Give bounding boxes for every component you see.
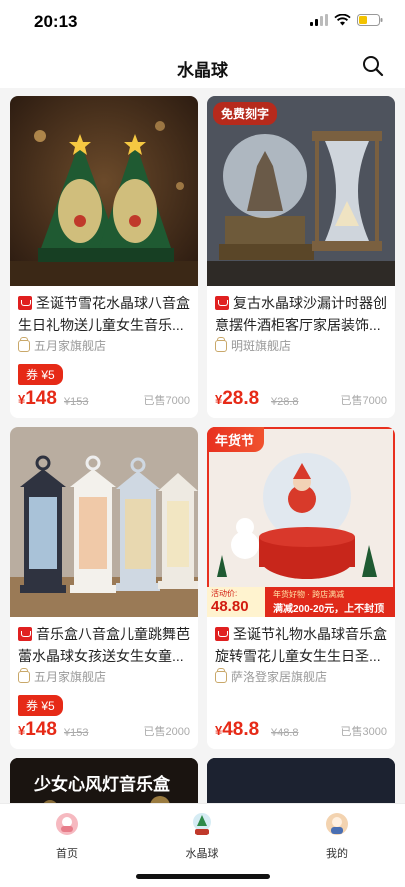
original-price: ¥153 [64,727,89,739]
sold-count: 已售7000 [340,395,387,407]
home-indicator[interactable] [136,874,270,879]
price: ¥148 [18,388,57,409]
product-title: 音乐盒八音盒儿童跳舞芭蕾水晶球女孩送女生女童... [18,626,190,664]
promo-strip: 活动价: 48.80 年货好物 · 跨店满减 满减200-20元，上不封顶 [207,587,395,617]
price: ¥28.8 [215,388,260,409]
tmall-icon [215,627,229,641]
engraving-badge: 免费刻字 [213,102,278,125]
page-title: 水晶球 [177,61,228,80]
crystal-ball-icon [193,813,211,835]
shop-name: 萨洛登家居旗舰店 [231,670,328,684]
original-price: ¥28.8 [271,396,299,408]
home-icon [56,813,78,835]
product-image [10,427,198,617]
price-row: ¥148 ¥153 已售7000 [18,388,190,410]
tmall-icon [18,627,32,641]
shop-row[interactable]: 明斑旗舰店 [215,336,292,354]
shop-row[interactable]: 五月家旗舰店 [18,336,107,354]
shop-icon [18,336,30,352]
tab-label: 我的 [326,848,348,860]
tab-label: 首页 [56,848,78,860]
product-card[interactable]: 圣诞节雪花水晶球八音盒生日礼物送儿童女生音乐... 五月家旗舰店 券 ¥5 ¥1… [10,96,198,418]
price: ¥48.8 [215,719,260,740]
price-row: ¥148 ¥153 已售2000 [18,719,190,741]
shop-icon [18,667,30,683]
original-price: ¥153 [64,396,89,408]
promo-price: 48.80 [211,598,249,615]
wifi-icon [334,14,351,26]
coupon-badge[interactable]: 券 ¥5 [18,364,63,385]
price-row: ¥28.8 ¥28.8 已售7000 [215,388,387,410]
shop-name: 五月家旗舰店 [34,670,107,684]
battery-icon [357,14,383,26]
product-title: 圣诞节雪花水晶球八音盒生日礼物送儿童女生音乐... [18,295,190,333]
tab-bar: 首页 水晶球 我的 [0,803,405,887]
shop-row[interactable]: 五月家旗舰店 [18,667,107,685]
status-time: 20:13 [34,12,78,31]
tmall-icon [18,296,32,310]
shop-row[interactable]: 萨洛登家居旗舰店 [215,667,328,685]
profile-icon [326,813,348,835]
tab-label: 水晶球 [185,848,219,860]
shop-icon [215,667,227,683]
product-card[interactable]: 音乐盒八音盒儿童跳舞芭蕾水晶球女孩送女生女童... 五月家旗舰店 券 ¥5 ¥1… [10,427,198,749]
promo-discount: 满减200-20元，上不封顶 [273,604,385,615]
price: ¥148 [18,719,57,740]
tmall-icon [215,296,229,310]
original-price: ¥48.8 [271,727,299,739]
festival-badge: 年货节 [207,427,265,452]
product-card[interactable]: 年货节 活动价: 48.80 年货好物 · 跨店满减 满减200-20元，上不封… [207,427,395,749]
product-card[interactable]: 免费刻字 复古水晶球沙漏计时器创意摆件酒柜客厅家居装饰... 明斑旗舰店 ¥28… [207,96,395,418]
status-bar: 20:13 [0,0,405,44]
tab-home[interactable]: 首页 [27,812,107,861]
shop-name: 五月家旗舰店 [34,339,107,353]
promo-banner-text: 少女心风灯音乐盒 [34,775,170,794]
signal-icon [310,14,328,26]
price-row: ¥48.8 ¥48.8 已售3000 [215,719,387,741]
nav-bar: 水晶球 [0,44,405,88]
product-title: 圣诞节礼物水晶球音乐盒旋转雪花儿童女生生日圣... [215,626,387,664]
shop-name: 明斑旗舰店 [231,339,292,353]
status-icons [310,14,383,26]
product-image [10,96,198,286]
tab-crystal-ball[interactable]: 水晶球 [162,812,242,861]
promo-subtext: 年货好物 · 跨店满减 [273,590,345,599]
coupon-badge[interactable]: 券 ¥5 [18,695,63,716]
tab-profile[interactable]: 我的 [297,812,377,861]
shop-icon [215,336,227,352]
promo-price-box: 活动价: 48.80 [207,587,265,617]
sold-count: 已售7000 [143,395,190,407]
sold-count: 已售2000 [143,726,190,738]
search-icon[interactable] [361,54,385,78]
sold-count: 已售3000 [340,726,387,738]
product-image: 免费刻字 [207,96,395,286]
product-image: 年货节 活动价: 48.80 年货好物 · 跨店满减 满减200-20元，上不封… [207,427,395,617]
product-title: 复古水晶球沙漏计时器创意摆件酒柜客厅家居装饰... [215,295,387,333]
